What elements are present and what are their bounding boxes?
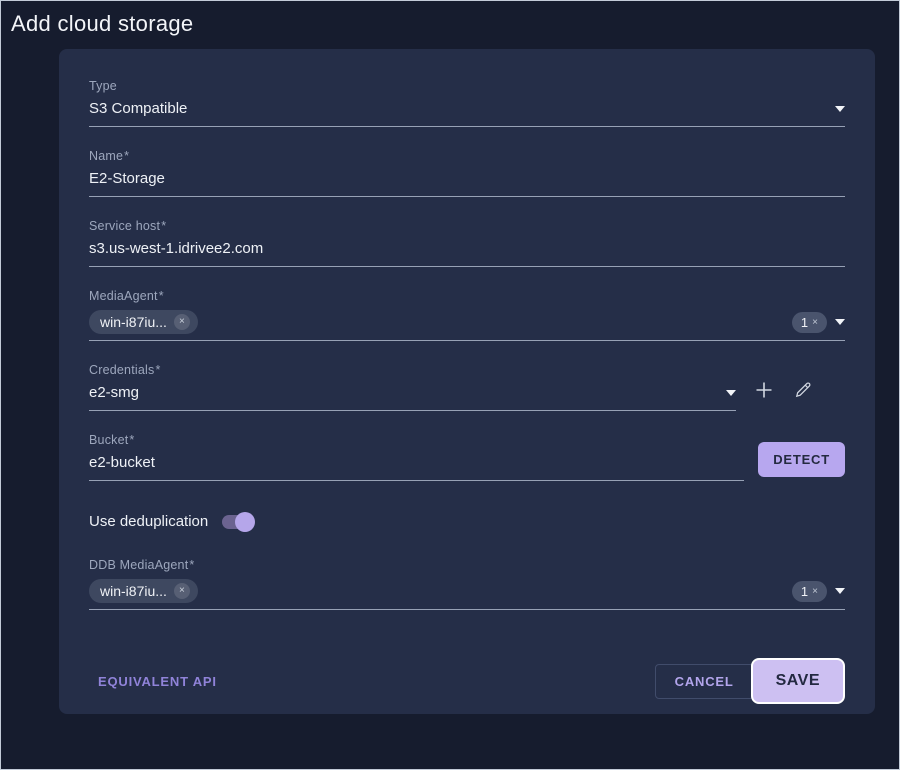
chip-remove-icon[interactable]: × <box>174 583 190 599</box>
required-mark: * <box>129 433 134 447</box>
required-mark: * <box>124 149 129 163</box>
field-bucket: Bucket* e2-bucket DETECT <box>89 433 845 481</box>
ddb-media-agent-label: DDB MediaAgent* <box>89 558 845 572</box>
type-select[interactable]: S3 Compatible <box>89 100 845 127</box>
chevron-down-icon[interactable] <box>835 106 845 112</box>
required-mark: * <box>161 219 166 233</box>
pencil-icon <box>793 380 813 400</box>
ddb-media-agent-label-text: DDB MediaAgent <box>89 558 188 572</box>
equivalent-api-link[interactable]: EQUIVALENT API <box>98 674 217 689</box>
required-mark: * <box>189 558 194 572</box>
dedup-row: Use deduplication <box>89 513 845 530</box>
service-host-value: s3.us-west-1.idrivee2.com <box>89 240 845 257</box>
media-agent-chips: win-i87iu... × <box>89 310 792 334</box>
bucket-label: Bucket* <box>89 433 744 447</box>
required-mark: * <box>159 289 164 303</box>
footer-actions: CANCEL SAVE <box>655 658 845 704</box>
media-agent-count-badge[interactable]: 1 × <box>792 312 827 333</box>
field-name: Name* E2-Storage <box>89 149 845 197</box>
page-title: Add cloud storage <box>11 11 899 37</box>
credentials-main: Credentials* e2-smg <box>89 363 736 411</box>
credentials-label-text: Credentials <box>89 363 154 377</box>
count-value: 1 <box>801 584 808 599</box>
dedup-label: Use deduplication <box>89 513 208 530</box>
type-value: S3 Compatible <box>89 100 827 117</box>
dialog-footer: EQUIVALENT API CANCEL SAVE <box>89 658 845 704</box>
count-value: 1 <box>801 315 808 330</box>
required-mark: * <box>155 363 160 377</box>
media-agent-multiselect[interactable]: win-i87iu... × 1 × <box>89 310 845 341</box>
ddb-media-agent-multiselect[interactable]: win-i87iu... × 1 × <box>89 579 845 610</box>
bucket-input[interactable]: e2-bucket <box>89 454 744 481</box>
chevron-down-icon[interactable] <box>835 588 845 594</box>
name-label: Name* <box>89 149 845 163</box>
credentials-select[interactable]: e2-smg <box>89 384 736 411</box>
bucket-label-text: Bucket <box>89 433 128 447</box>
field-ddb-media-agent: DDB MediaAgent* win-i87iu... × 1 × <box>89 558 845 610</box>
media-agent-label-text: MediaAgent <box>89 289 158 303</box>
ddb-media-agent-count-badge[interactable]: 1 × <box>792 581 827 602</box>
edit-credentials-button[interactable] <box>792 379 814 401</box>
cancel-button[interactable]: CANCEL <box>655 664 754 699</box>
count-clear-icon[interactable]: × <box>812 586 818 597</box>
add-cloud-storage-dialog: Add cloud storage Type S3 Compatible Nam… <box>0 0 900 770</box>
field-type: Type S3 Compatible <box>89 79 845 127</box>
field-credentials: Credentials* e2-smg <box>89 363 845 411</box>
name-value: E2-Storage <box>89 170 845 187</box>
chip-label: win-i87iu... <box>100 314 167 330</box>
dedup-toggle[interactable] <box>222 515 252 529</box>
save-button[interactable]: SAVE <box>751 658 845 704</box>
chip-label: win-i87iu... <box>100 583 167 599</box>
credentials-label: Credentials* <box>89 363 736 377</box>
type-label-text: Type <box>89 79 117 93</box>
chevron-down-icon[interactable] <box>835 319 845 325</box>
toggle-knob <box>235 512 255 532</box>
chevron-down-icon[interactable] <box>726 390 736 396</box>
service-host-label-text: Service host <box>89 219 160 233</box>
credentials-value: e2-smg <box>89 384 718 401</box>
service-host-label: Service host* <box>89 219 845 233</box>
ddb-media-agent-chip[interactable]: win-i87iu... × <box>89 579 198 603</box>
bucket-value: e2-bucket <box>89 454 744 471</box>
type-label: Type <box>89 79 845 93</box>
chip-remove-icon[interactable]: × <box>174 314 190 330</box>
bucket-main: Bucket* e2-bucket <box>89 433 744 481</box>
plus-icon <box>754 380 774 400</box>
name-label-text: Name <box>89 149 123 163</box>
media-agent-chip[interactable]: win-i87iu... × <box>89 310 198 334</box>
detect-button[interactable]: DETECT <box>758 442 845 477</box>
ddb-media-agent-chips: win-i87iu... × <box>89 579 792 603</box>
media-agent-label: MediaAgent* <box>89 289 845 303</box>
service-host-input[interactable]: s3.us-west-1.idrivee2.com <box>89 240 845 267</box>
dialog-header: Add cloud storage <box>1 1 899 49</box>
add-credentials-button[interactable] <box>753 379 775 401</box>
name-input[interactable]: E2-Storage <box>89 170 845 197</box>
form-panel: Type S3 Compatible Name* E2-Storage Serv… <box>59 49 875 714</box>
field-service-host: Service host* s3.us-west-1.idrivee2.com <box>89 219 845 267</box>
count-clear-icon[interactable]: × <box>812 317 818 328</box>
field-media-agent: MediaAgent* win-i87iu... × 1 × <box>89 289 845 341</box>
